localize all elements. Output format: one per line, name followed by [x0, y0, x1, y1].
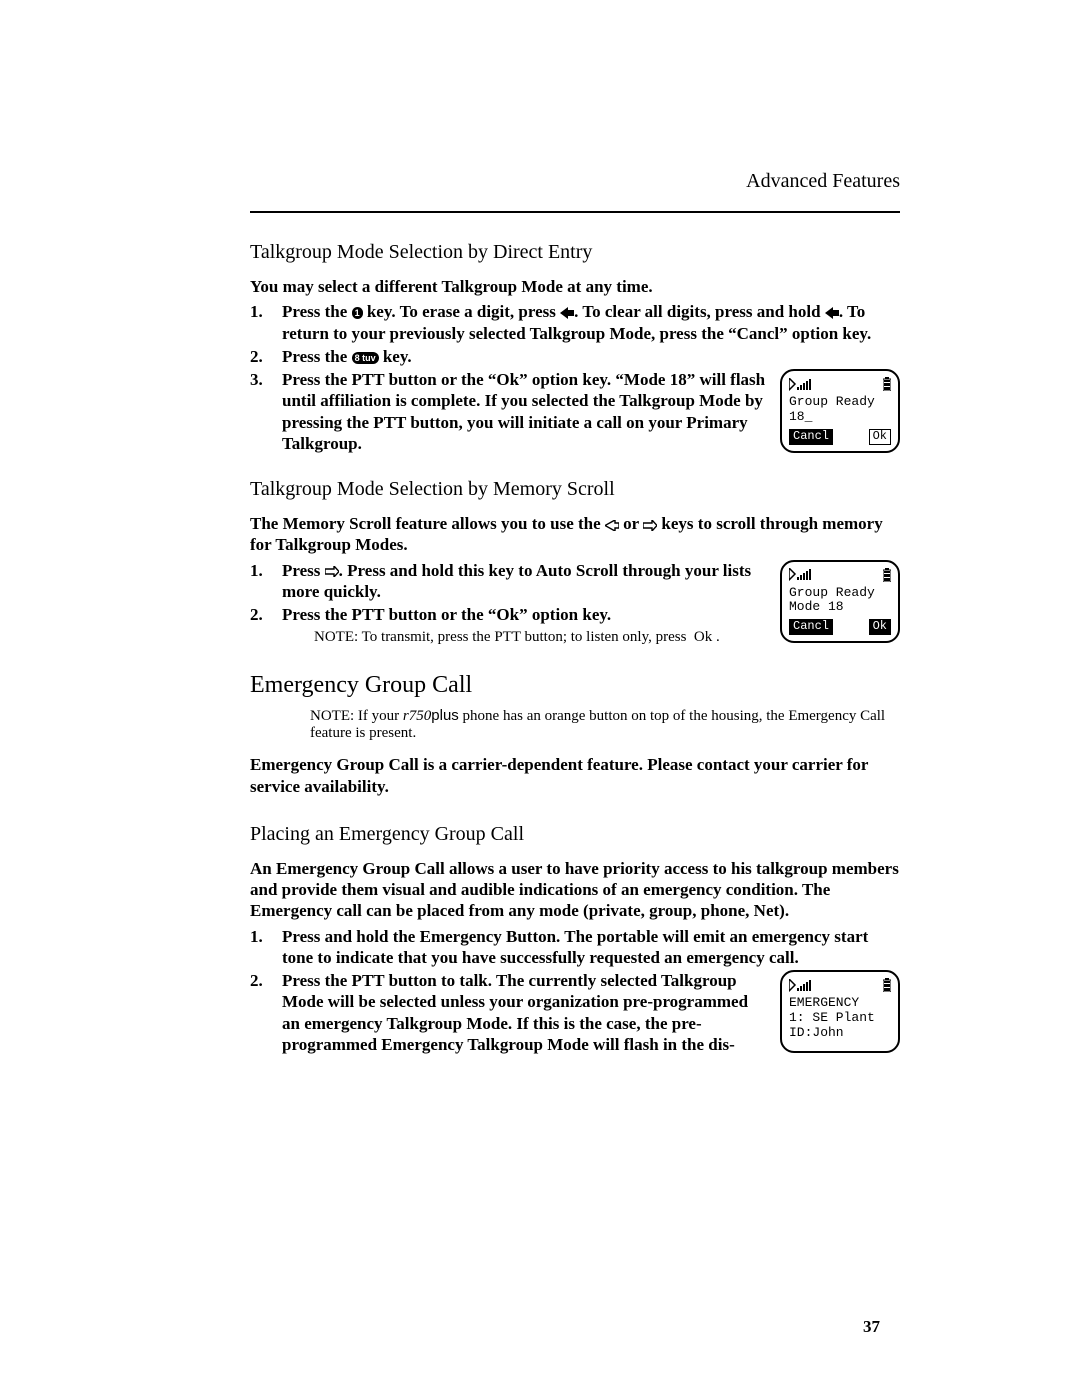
ms-step1-b: . Press and hold this key to Auto Scroll… — [282, 561, 751, 601]
ms-note: NOTE: To transmit, press the PTT button;… — [314, 629, 770, 646]
section-title-memory-scroll: Talkgroup Mode Selection by Memory Scrol… — [250, 478, 900, 501]
step-number: 1. — [250, 301, 282, 344]
ms-intro-a: The Memory Scroll feature allows you to … — [250, 514, 605, 533]
screen3-line3: ID:John — [789, 1026, 891, 1041]
left-arrow-key-icon — [825, 307, 839, 319]
step2-text-b: key. — [379, 347, 412, 366]
phone-screen-3: EMERGENCY 1: SE Plant ID:John — [780, 970, 900, 1053]
emergency-para: Emergency Group Call is a carrier-depend… — [250, 754, 900, 797]
signal-icon — [789, 979, 813, 992]
placing-step2-row: 2. Press the PTT button to talk. The cur… — [250, 970, 900, 1057]
steps-direct-entry: 1. Press the 1 key. To erase a digit, pr… — [250, 301, 900, 367]
scroll-right-icon — [325, 566, 339, 577]
battery-icon — [883, 978, 891, 992]
step1-text-b: key. To erase a digit, press — [363, 302, 561, 321]
model-plus: plus — [431, 707, 459, 724]
intro-direct-entry: You may select a different Talkgroup Mod… — [250, 276, 900, 297]
step-3-list: 3. Press the PTT button or the “Ok” opti… — [250, 369, 770, 456]
step-2: 2. Press the 8 tuv key. — [250, 346, 900, 367]
key-1-icon: 1 — [352, 307, 363, 319]
note-body: To transmit, press the PTT button; to li… — [362, 629, 720, 645]
softkey-cancel: Cancl — [789, 619, 833, 635]
running-header: Advanced Features — [250, 170, 900, 193]
softkey-cancel: Cancl — [789, 429, 833, 445]
phone-screen-1: Group Ready 18_ Cancl Ok — [780, 369, 900, 453]
softkey-ok: Ok — [869, 619, 891, 635]
note-a: If your — [358, 708, 403, 724]
screen1-line1: Group Ready — [789, 395, 891, 410]
ms-intro-b: or — [619, 514, 643, 533]
steps-memory-scroll: 1. Press . Press and hold this key to Au… — [250, 560, 770, 626]
step1-text-c: . To clear all digits, press and hold — [574, 302, 825, 321]
step-number: 1. — [250, 926, 282, 969]
screen2-line1: Group Ready — [789, 586, 891, 601]
key-8-icon: 8 tuv — [352, 352, 379, 364]
placing-step-1: 1. Press and hold the Emergency Button. … — [250, 926, 900, 969]
step-number: 3. — [250, 369, 282, 454]
memory-scroll-row: 1. Press . Press and hold this key to Au… — [250, 560, 900, 647]
note-label: NOTE: — [314, 629, 358, 646]
ms-step2-text: Press the PTT button or the “Ok” option … — [282, 604, 770, 625]
section-title-emergency: Emergency Group Call — [250, 672, 900, 699]
screen3-line2: 1: SE Plant — [789, 1011, 891, 1026]
phone-screen-2: Group Ready Mode 18 Cancl Ok — [780, 560, 900, 644]
screen2-line2: Mode 18 — [789, 600, 891, 615]
section-title-direct-entry: Talkgroup Mode Selection by Direct Entry — [250, 241, 900, 264]
screen3-line1: EMERGENCY — [789, 996, 891, 1011]
softkey-ok: Ok — [869, 429, 891, 445]
step1-text-a: Press the — [282, 302, 352, 321]
signal-icon — [789, 568, 813, 581]
ms-step-1: 1. Press . Press and hold this key to Au… — [250, 560, 770, 603]
placing-step1-text: Press and hold the Emergency Button. The… — [282, 926, 900, 969]
header-rule — [250, 211, 900, 213]
steps-placing: 1. Press and hold the Emergency Button. … — [250, 926, 900, 969]
placing-step-2: 2. Press the PTT button to talk. The cur… — [250, 970, 770, 1055]
placing-intro: An Emergency Group Call allows a user to… — [250, 858, 900, 922]
placing-step2-text: Press the PTT button to talk. The curren… — [282, 970, 770, 1055]
intro-memory-scroll: The Memory Scroll feature allows you to … — [250, 513, 900, 556]
page: Advanced Features Talkgroup Mode Selecti… — [0, 0, 1080, 1397]
left-arrow-key-icon — [560, 307, 574, 319]
battery-icon — [883, 568, 891, 582]
step-number: 2. — [250, 604, 282, 625]
step3-text: Press the PTT button or the “Ok” option … — [282, 369, 770, 454]
step-number: 2. — [250, 346, 282, 367]
scroll-left-icon — [605, 520, 619, 531]
placing-step2-list: 2. Press the PTT button to talk. The cur… — [250, 970, 770, 1057]
model-name: r750 — [403, 708, 431, 724]
page-number: 37 — [863, 1317, 880, 1337]
section-title-placing: Placing an Emergency Group Call — [250, 823, 900, 846]
step-3: 3. Press the PTT button or the “Ok” opti… — [250, 369, 770, 454]
battery-icon — [883, 377, 891, 391]
ms-step-2: 2. Press the PTT button or the “Ok” opti… — [250, 604, 770, 625]
step2-text-a: Press the — [282, 347, 352, 366]
note-label: NOTE: — [310, 708, 354, 725]
step-3-row: 3. Press the PTT button or the “Ok” opti… — [250, 369, 900, 456]
step-number: 2. — [250, 970, 282, 1055]
step-number: 1. — [250, 560, 282, 603]
emergency-note: NOTE: If your r750plus phone has an oran… — [310, 707, 900, 742]
scroll-right-icon — [643, 520, 657, 531]
signal-icon — [789, 378, 813, 391]
step-1: 1. Press the 1 key. To erase a digit, pr… — [250, 301, 900, 344]
ms-step1-a: Press — [282, 561, 325, 580]
screen1-line2: 18_ — [789, 410, 891, 425]
